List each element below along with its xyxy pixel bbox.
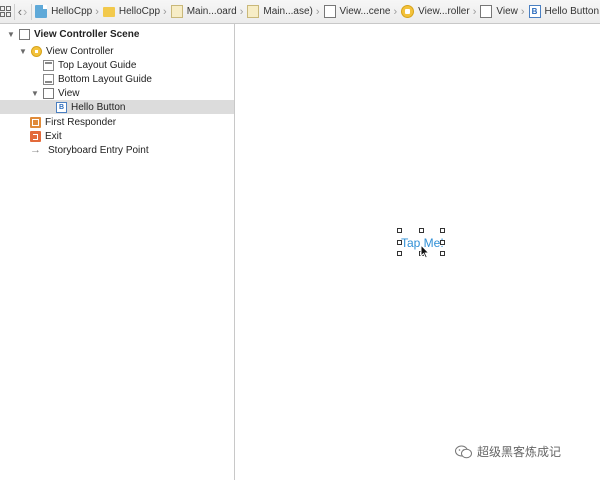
storyboard-file-icon (170, 5, 183, 18)
breadcrumb-folder[interactable]: HelloCpp (102, 0, 161, 23)
breadcrumb-view-controller[interactable]: View...roller (400, 0, 471, 23)
view-icon (43, 87, 54, 99)
exit-icon (30, 130, 41, 142)
outline-first-responder-row[interactable]: First Responder (0, 115, 234, 129)
layout-guide-icon (43, 73, 54, 85)
disclosure-triangle-icon[interactable]: ▼ (30, 89, 40, 98)
outline-view-row[interactable]: ▼ View (0, 86, 234, 100)
outline-view-controller-row[interactable]: ▼ View Controller (0, 44, 234, 58)
outline-label: Top Layout Guide (58, 59, 137, 71)
resize-handle-top[interactable] (419, 228, 424, 233)
folder-icon (102, 7, 115, 17)
chevron-right-icon: › (163, 5, 167, 18)
disclosure-triangle-icon[interactable]: ▼ (6, 30, 16, 39)
chevron-right-icon: › (95, 5, 99, 18)
resize-handle-top-right[interactable] (440, 228, 445, 233)
watermark-text: 超级黑客炼成记 (477, 445, 562, 459)
view-controller-icon (401, 5, 415, 18)
outline-top-layout-guide-row[interactable]: Top Layout Guide (0, 58, 234, 72)
mouse-pointer-icon (420, 244, 430, 259)
breadcrumb-storyboard-base[interactable]: Main...ase) (246, 0, 313, 23)
breadcrumb-label: Main...oard (186, 6, 237, 17)
breadcrumb-label: HelloCpp (118, 6, 161, 17)
outline-label: View Controller (46, 45, 114, 57)
storyboard-file-icon (247, 5, 260, 18)
resize-handle-bottom-right[interactable] (440, 251, 445, 256)
chevron-right-icon: › (315, 5, 320, 18)
chevron-right-icon: › (472, 5, 477, 18)
breadcrumb-button[interactable]: B Hello Button (528, 0, 600, 23)
resize-handle-left[interactable] (397, 240, 402, 245)
forward-arrow-icon[interactable]: › (23, 0, 28, 23)
chevron-right-icon: › (239, 5, 244, 18)
breadcrumb-view[interactable]: View (479, 0, 519, 23)
outline-label: Storyboard Entry Point (48, 144, 149, 156)
outline-label: View Controller Scene (34, 28, 140, 40)
document-outline: ▼ View Controller Scene ▼ View Controlle… (0, 24, 235, 480)
wechat-icon (455, 445, 472, 458)
storyboard-canvas[interactable]: Tap Me! (236, 25, 600, 480)
outline-exit-row[interactable]: Exit (0, 129, 234, 143)
resize-handle-bottom-left[interactable] (397, 251, 402, 256)
view-controller-icon (31, 45, 42, 57)
disclosure-triangle-icon[interactable]: ▼ (18, 47, 28, 56)
outline-label: Exit (45, 130, 62, 142)
outline-entry-point-row[interactable]: → Storyboard Entry Point (0, 143, 234, 157)
button-icon: B (56, 101, 67, 113)
related-items-icon[interactable] (0, 0, 11, 23)
entry-point-arrow-icon: → (30, 144, 41, 156)
outline-bottom-layout-guide-row[interactable]: Bottom Layout Guide (0, 72, 234, 86)
watermark: 超级黑客炼成记 (455, 443, 561, 460)
breadcrumb-label: HelloCpp (51, 6, 93, 17)
first-responder-icon (30, 116, 41, 128)
swift-file-icon (35, 5, 48, 18)
chevron-right-icon: › (520, 5, 525, 18)
scene-icon (19, 28, 30, 40)
outline-label: Bottom Layout Guide (58, 73, 152, 85)
chevron-right-icon: › (393, 5, 398, 18)
outline-hello-button-row[interactable]: B Hello Button (0, 100, 234, 114)
layout-guide-icon (43, 59, 54, 71)
outline-label: Hello Button (71, 101, 126, 113)
breadcrumb-label: View (496, 6, 518, 17)
scene-icon (323, 5, 336, 18)
outline-scene-row[interactable]: ▼ View Controller Scene (0, 27, 234, 41)
breadcrumb-scene[interactable]: View...cene (323, 0, 392, 23)
breadcrumb-label: View...roller (418, 6, 470, 17)
outline-label: View (58, 87, 80, 99)
resize-handle-right[interactable] (440, 240, 445, 245)
view-icon (480, 5, 493, 18)
breadcrumb-label: View...cene (339, 6, 391, 17)
breadcrumb-label: Hello Button (544, 6, 600, 17)
jump-bar: ‹ › HelloCpp › HelloCpp › Main...oard › … (0, 0, 600, 24)
breadcrumb-storyboard[interactable]: Main...oard (170, 0, 238, 23)
button-icon: B (528, 5, 541, 18)
resize-handle-top-left[interactable] (397, 228, 402, 233)
breadcrumb-project[interactable]: HelloCpp (34, 0, 93, 23)
breadcrumb-label: Main...ase) (263, 6, 313, 17)
outline-label: First Responder (45, 116, 117, 128)
